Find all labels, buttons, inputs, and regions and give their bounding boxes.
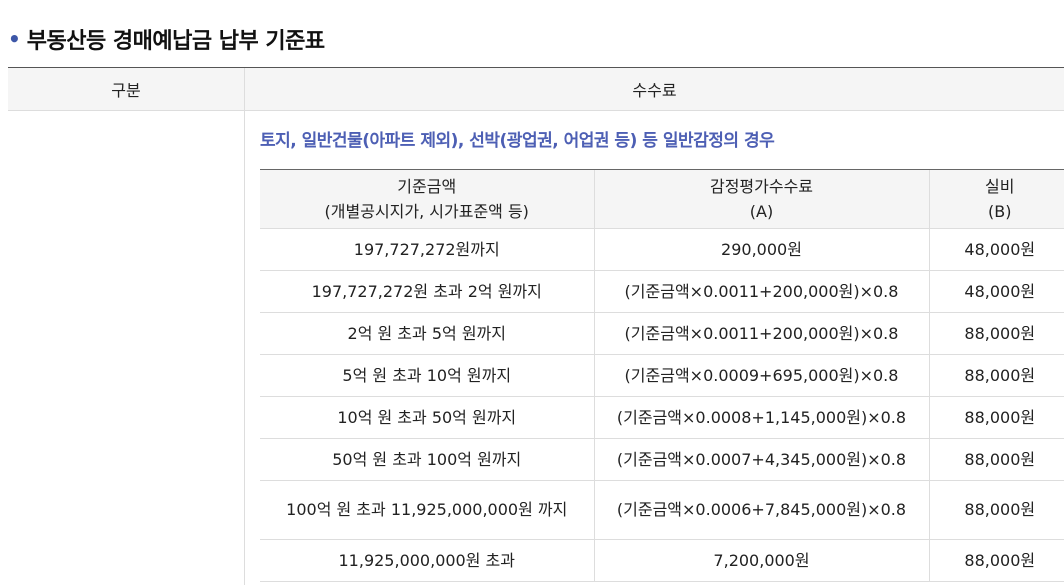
page-title: 부동산등 경매예납금 납부 기준표 (26, 29, 325, 54)
header-appraisal-fee: 감정평가수수료 (A) (593, 169, 929, 229)
cell-fee: 290,000원 (593, 228, 929, 271)
cell-fee: (기준금액×0.0009+695,000원)×0.8 (593, 354, 929, 397)
cell-cost: 48,000원 (928, 270, 1064, 313)
table-row: 197,727,272원까지 290,000원 48,000원 (260, 228, 1064, 271)
table-row: 2억 원 초과 5억 원까지 (기준금액×0.0011+200,000원)×0.… (260, 312, 1064, 355)
cell-range: 5억 원 초과 10억 원까지 (260, 354, 594, 397)
bullet-icon: • (8, 27, 21, 51)
cell-fee: (기준금액×0.0007+4,345,000원)×0.8 (593, 438, 929, 481)
cell-cost: 88,000원 (928, 438, 1064, 481)
cell-cost: 88,000원 (928, 480, 1064, 540)
outer-table-header: 구분 수수료 (8, 67, 1064, 111)
cell-cost: 88,000원 (928, 539, 1064, 582)
cell-range: 100억 원 초과 11,925,000,000원 까지 (260, 480, 594, 540)
header-category: 구분 (8, 68, 245, 110)
cell-range: 197,727,272원까지 (260, 228, 594, 271)
cell-cost: 48,000원 (928, 228, 1064, 271)
cell-cost: 88,000원 (928, 354, 1064, 397)
cell-fee: (기준금액×0.0011+200,000원)×0.8 (593, 312, 929, 355)
cell-fee: (기준금액×0.0011+200,000원)×0.8 (593, 270, 929, 313)
table-row: 50억 원 초과 100억 원까지 (기준금액×0.0007+4,345,000… (260, 438, 1064, 481)
header-base-amount: 기준금액 (개별공시지가, 시가표준액 등) (260, 169, 594, 229)
table-row: 5억 원 초과 10억 원까지 (기준금액×0.0009+695,000원)×0… (260, 354, 1064, 397)
cell-fee: (기준금액×0.0006+7,845,000원)×0.8 (593, 480, 929, 540)
table-row: 197,727,272원 초과 2억 원까지 (기준금액×0.0011+200,… (260, 270, 1064, 313)
cell-fee: 7,200,000원 (593, 539, 929, 582)
cell-range: 197,727,272원 초과 2억 원까지 (260, 270, 594, 313)
cell-range: 10억 원 초과 50억 원까지 (260, 396, 594, 439)
cell-fee: (기준금액×0.0008+1,145,000원)×0.8 (593, 396, 929, 439)
category-cell (8, 110, 245, 585)
cell-cost: 88,000원 (928, 396, 1064, 439)
outer-table: 구분 수수료 (8, 67, 1064, 111)
page-heading: • 부동산등 경매예납금 납부 기준표 (8, 22, 325, 56)
fee-table: 기준금액 (개별공시지가, 시가표준액 등) 감정평가수수료 (A) 실비 (B… (260, 169, 1064, 582)
table-row: 10억 원 초과 50억 원까지 (기준금액×0.0008+1,145,000원… (260, 396, 1064, 439)
cell-range: 2억 원 초과 5억 원까지 (260, 312, 594, 355)
header-actual-cost: 실비 (B) (928, 169, 1064, 229)
table-row: 11,925,000,000원 초과 7,200,000원 88,000원 (260, 539, 1064, 582)
header-fee: 수수료 (632, 81, 677, 100)
section-title: 토지, 일반건물(아파트 제외), 선박(광업권, 어업권 등) 등 일반감정의… (260, 131, 775, 151)
cell-cost: 88,000원 (928, 312, 1064, 355)
cell-range: 50억 원 초과 100억 원까지 (260, 438, 594, 481)
cell-range: 11,925,000,000원 초과 (260, 539, 594, 582)
fee-table-header-row: 기준금액 (개별공시지가, 시가표준액 등) 감정평가수수료 (A) 실비 (B… (260, 169, 1064, 229)
table-row: 100억 원 초과 11,925,000,000원 까지 (기준금액×0.000… (260, 480, 1064, 540)
